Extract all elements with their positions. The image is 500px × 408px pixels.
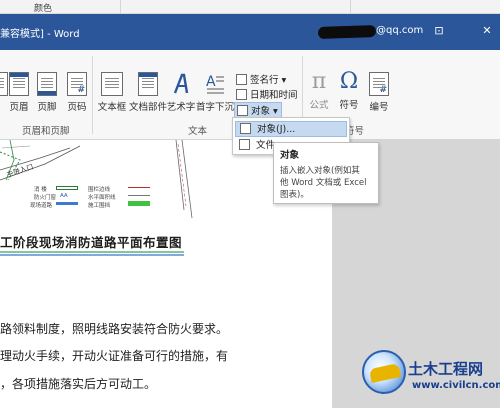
group-divider	[92, 56, 93, 134]
chevron-down-icon: ▾	[278, 75, 287, 86]
signature-line-icon	[236, 74, 247, 85]
menu-item-object[interactable]: 对象(J)...	[235, 121, 347, 137]
object-button[interactable]: 对象 ▾	[234, 102, 282, 118]
legend-text: 现场道路	[30, 203, 53, 209]
legend-symbol: AA	[60, 193, 68, 199]
page-number-icon	[67, 72, 87, 96]
wordart-button[interactable]: 艺术字	[164, 72, 198, 113]
drop-cap-button[interactable]: A 首字下沉	[194, 72, 236, 113]
drop-cap-icon: A	[205, 72, 225, 96]
ribbon-display-options-icon[interactable]: ⊡	[426, 20, 452, 42]
wordart-label: 艺术字	[166, 102, 196, 113]
watermark-name: 土木工程网	[408, 360, 484, 378]
legend-swatch	[56, 186, 78, 190]
legend-swatch	[128, 187, 150, 188]
omega-icon: Ω	[339, 69, 359, 94]
symbol-label: 符号	[339, 100, 359, 111]
footer-icon	[37, 72, 57, 96]
object-icon	[240, 123, 251, 134]
textbox-label: 文本框	[97, 102, 127, 113]
strip-divider	[350, 0, 351, 14]
equation-button[interactable]: π 公式	[304, 69, 334, 112]
object-label: 对象	[251, 106, 271, 117]
tooltip-line: 插入嵌入对象(例如其	[280, 166, 360, 176]
equation-label: 公式	[309, 100, 329, 111]
quick-parts-icon	[138, 72, 158, 96]
object-icon	[237, 105, 248, 116]
signature-line-button[interactable]: 签名行 ▾	[236, 72, 286, 86]
tooltip-line: 他 Word 文档或 Excel	[280, 178, 367, 188]
numbering-button[interactable]: 编号	[364, 72, 394, 113]
legend-swatch	[128, 195, 150, 196]
tooltip-title: 对象	[280, 150, 300, 161]
signature-line-label: 签名行	[250, 75, 279, 86]
page-number-button[interactable]: 页码	[60, 72, 94, 113]
numbering-icon	[369, 72, 389, 96]
date-time-label: 日期和时间	[250, 90, 298, 101]
color-label: 颜色	[34, 4, 53, 14]
tooltip-description: 插入嵌入对象(例如其 他 Word 文档或 Excel 图表)。	[280, 165, 372, 201]
menu-item-object-label: 对象(J)...	[257, 124, 296, 135]
chevron-down-icon: ▾	[270, 106, 278, 117]
legend-swatch	[56, 202, 78, 205]
footer-label: 页脚	[37, 102, 57, 113]
textbox-icon	[101, 72, 123, 96]
legend-text: 消 楼	[34, 187, 47, 193]
legend-text: 施工围挡	[88, 203, 111, 209]
account-email[interactable]: @qq.com	[376, 25, 423, 36]
header-icon	[9, 72, 29, 96]
redacted-account-name	[317, 24, 377, 40]
drop-cap-label: 首字下沉	[195, 102, 234, 113]
window-title: 兼容模式] - Word	[0, 29, 80, 40]
pi-icon: π	[311, 69, 327, 94]
header-footer-group-label: 页眉和页脚	[22, 126, 70, 137]
watermark-logo-icon	[362, 350, 406, 394]
legend-text: 围栏边线	[88, 187, 111, 193]
page-number-label: 页码	[67, 102, 87, 113]
watermark-url: www.civilcn.com	[412, 380, 500, 391]
footer-button[interactable]: 页脚	[30, 72, 64, 113]
top-strip: 颜色	[0, 0, 500, 14]
heading-underline	[0, 251, 184, 256]
text-group-label: 文本	[188, 126, 208, 137]
watermark-logo: 土木工程网 www.civilcn.com	[352, 348, 500, 408]
document-line: ，各项措施落实后方可动工。	[0, 377, 157, 391]
legend-text: 防火门窗	[34, 195, 57, 201]
file-icon	[239, 139, 250, 150]
document-line-partial: …	[0, 400, 12, 408]
date-time-button[interactable]: 日期和时间	[236, 87, 298, 101]
calendar-icon	[236, 89, 247, 100]
numbering-label: 编号	[369, 102, 389, 113]
quick-parts-label: 文档部件	[128, 102, 167, 113]
textbox-button[interactable]: 文本框	[94, 72, 130, 113]
strip-divider	[120, 0, 121, 14]
wordart-icon	[171, 72, 191, 96]
svg-text:A: A	[206, 74, 216, 90]
close-icon[interactable]: ✕	[474, 20, 500, 42]
symbol-button[interactable]: Ω 符号	[334, 69, 364, 112]
object-tooltip: 对象 插入嵌入对象(例如其 他 Word 文档或 Excel 图表)。	[273, 142, 379, 204]
document-heading: 工阶段现场消防道路平面布置图	[0, 235, 183, 250]
header-label: 页眉	[9, 102, 29, 113]
legend-swatch	[128, 201, 150, 206]
title-bar: 兼容模式] - Word @qq.com ⊡ ✕	[0, 14, 500, 50]
tooltip-line: 图表)。	[280, 190, 309, 200]
document-line: 理动火手续，开动火证准备可行的措施，有	[0, 349, 229, 363]
document-line: 路领料制度，照明线路安装符合防火要求。	[0, 322, 229, 336]
legend-text: 水平面积线	[88, 195, 116, 201]
